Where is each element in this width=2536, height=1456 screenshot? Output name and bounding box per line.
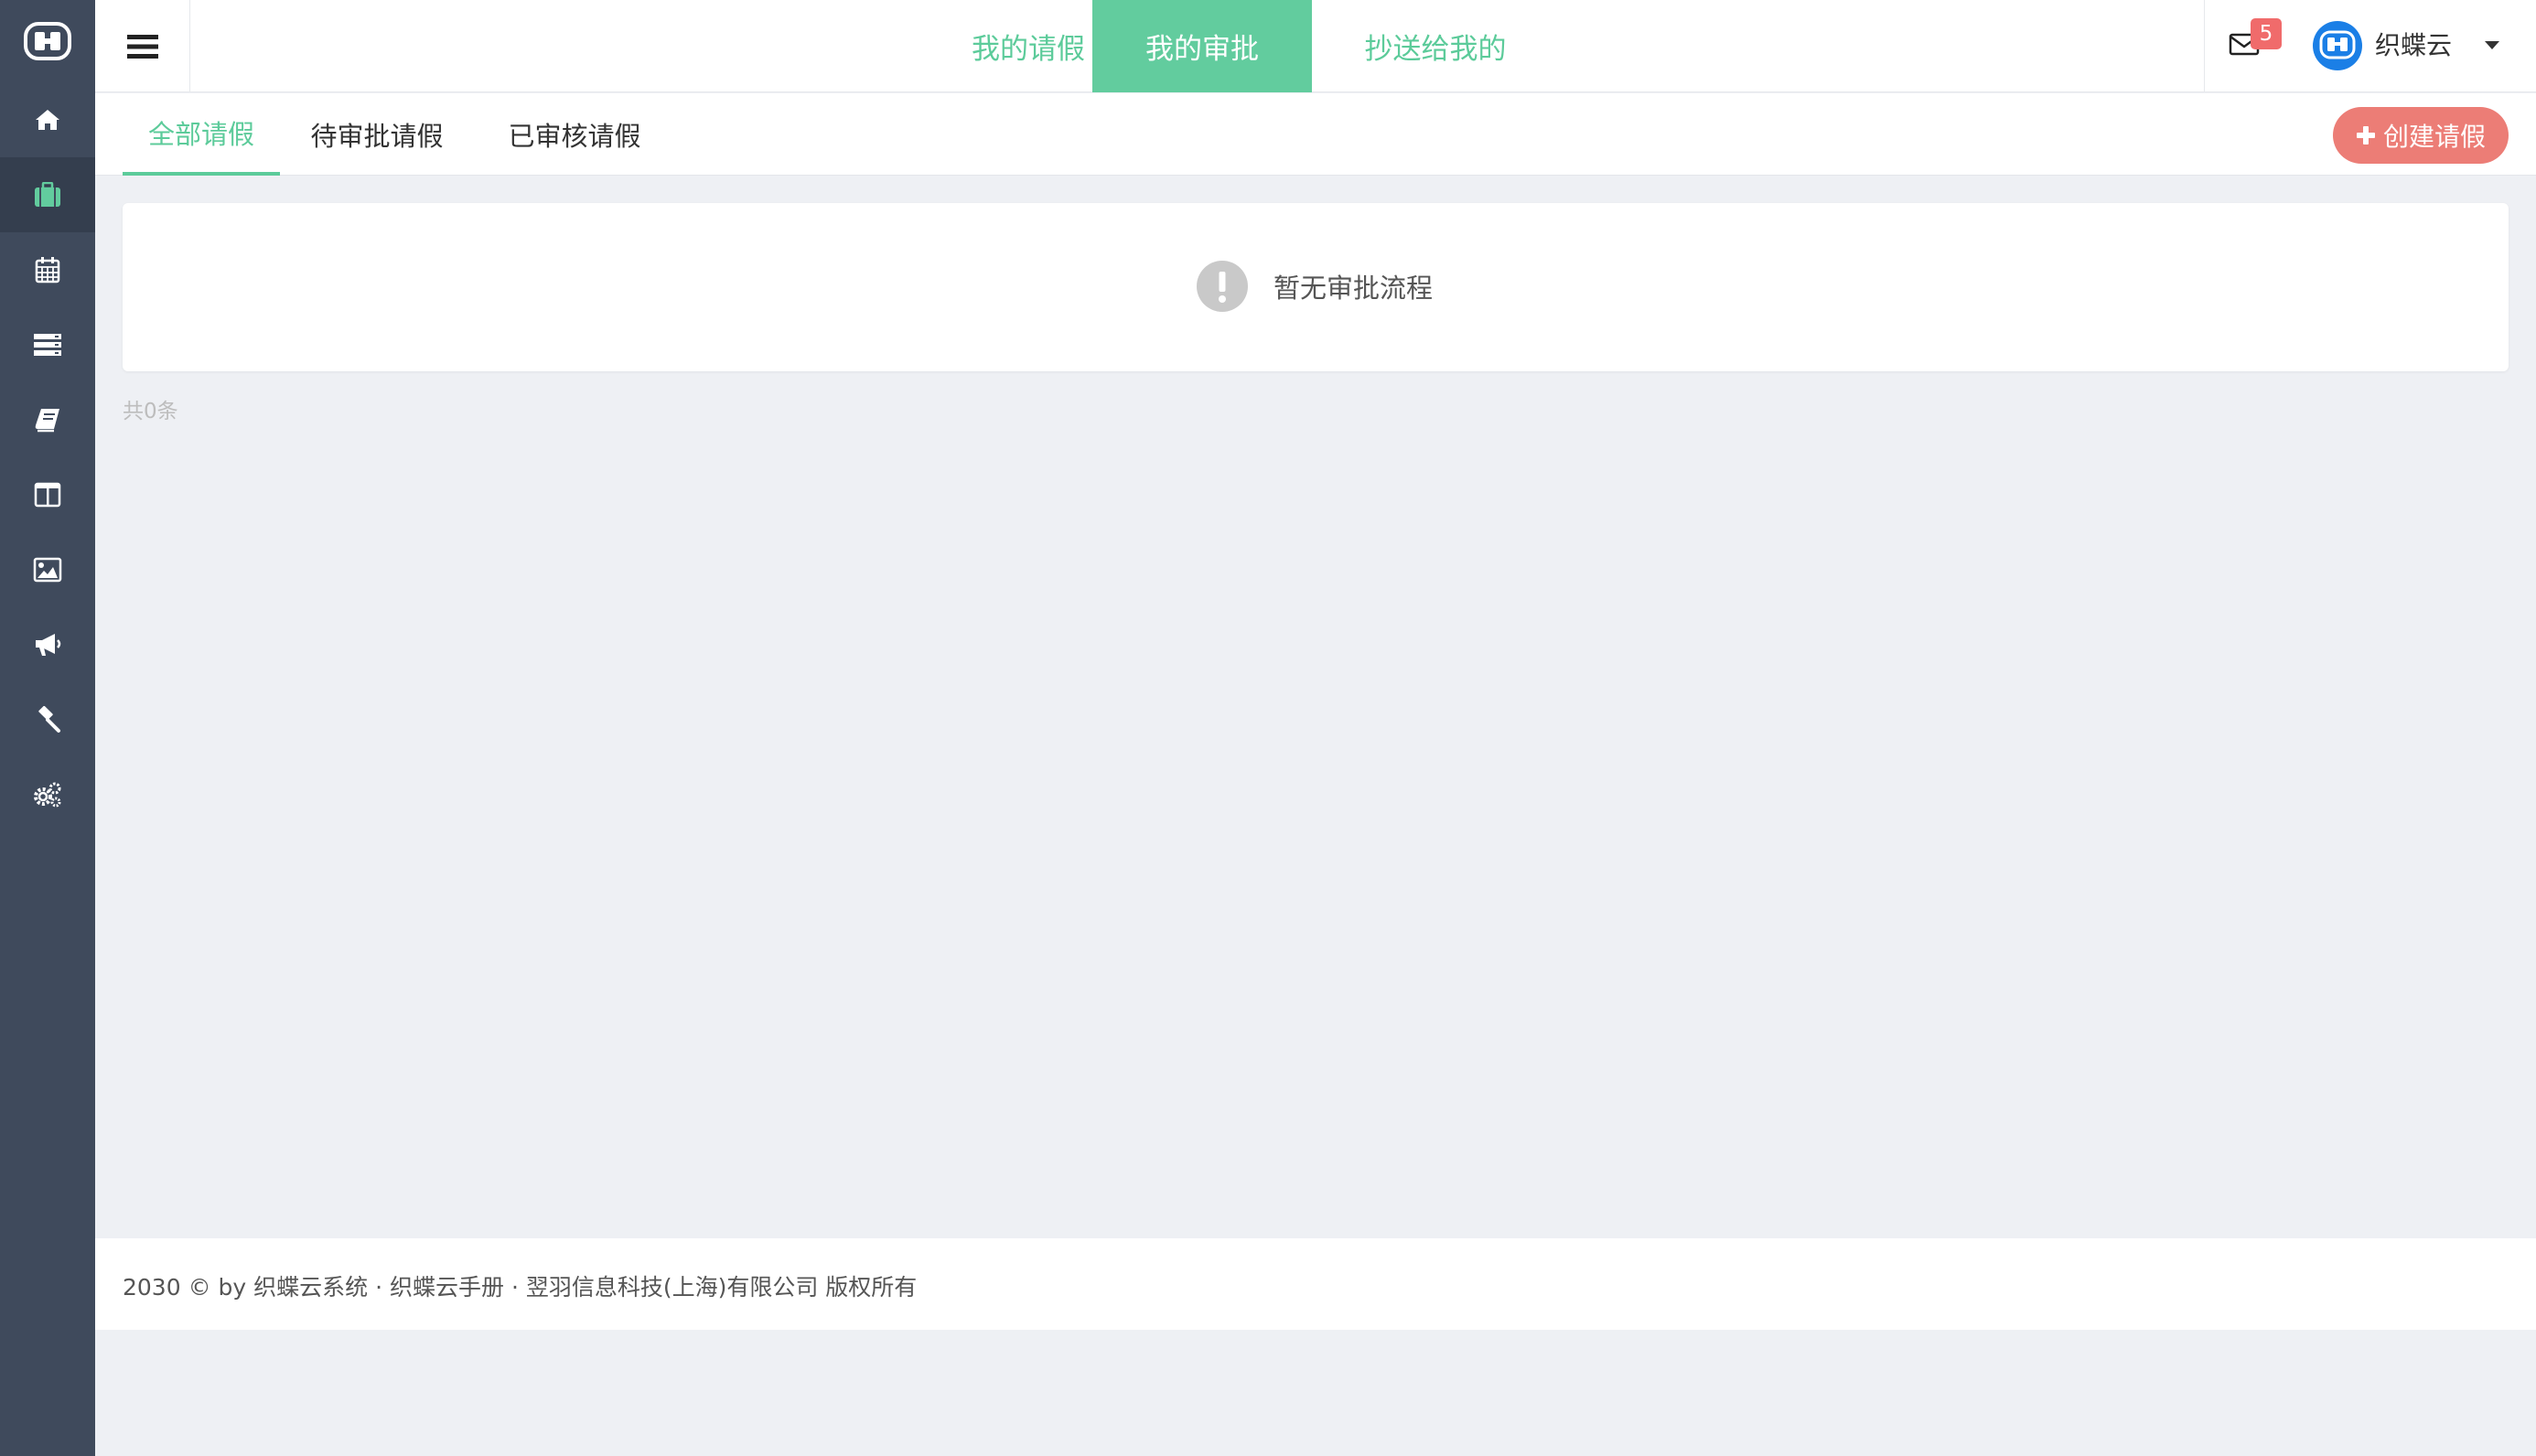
main-tabs: 我的请假 我的审批 抄送给我的 xyxy=(95,0,2536,92)
gavel-icon xyxy=(38,706,60,733)
server-icon xyxy=(34,334,61,356)
menu-toggle-button[interactable] xyxy=(95,0,190,92)
tab-cc-to-me[interactable]: 抄送给我的 xyxy=(1321,0,1550,92)
gears-icon xyxy=(34,782,61,808)
exclamation-icon xyxy=(1197,261,1248,312)
plus-icon xyxy=(2356,126,2375,145)
sidebar-item-home[interactable] xyxy=(0,82,95,157)
manual-link[interactable]: 织蝶云手册 xyxy=(390,1274,504,1301)
sidebar-item-calendar[interactable] xyxy=(0,232,95,307)
footer: 2030 © by 织蝶云系统 · 织蝶云手册 · 翌羽信息科技(上海)有限公司… xyxy=(95,1238,2536,1330)
logo-icon xyxy=(24,22,71,60)
sidebar-item-image[interactable] xyxy=(0,532,95,607)
megaphone-icon xyxy=(36,634,61,656)
sidebar-item-leave[interactable] xyxy=(0,157,95,232)
book-icon xyxy=(35,409,59,433)
briefcase-icon xyxy=(35,182,60,207)
home-icon xyxy=(36,110,59,130)
image-icon xyxy=(33,557,62,583)
empty-message: 暂无审批流程 xyxy=(1273,273,1434,304)
footer-text: 2030 © by 织蝶云系统 · 织蝶云手册 · 翌羽信息科技(上海)有限公司… xyxy=(123,1269,917,1302)
sidebar xyxy=(0,0,95,1456)
logo[interactable] xyxy=(0,0,95,82)
sidebar-item-book[interactable] xyxy=(0,382,95,457)
approval-list: 暂无审批流程 xyxy=(123,203,2509,371)
caret-down-icon[interactable] xyxy=(2485,41,2499,49)
sidebar-item-columns[interactable] xyxy=(0,457,95,532)
empty-state: 暂无审批流程 xyxy=(1197,261,1433,312)
username[interactable]: 织蝶云 xyxy=(2375,26,2452,62)
top-bar: 我的请假 我的审批 抄送给我的 5 织蝶云 xyxy=(95,0,2536,92)
tab-my-approval[interactable]: 我的审批 xyxy=(1092,0,1312,92)
subtab-pending-leave[interactable]: 待审批请假 xyxy=(293,93,461,176)
logo-icon xyxy=(2319,30,2356,59)
total-count: 共0条 xyxy=(123,400,178,423)
sidebar-item-settings[interactable] xyxy=(0,757,95,832)
hamburger-icon xyxy=(126,34,158,59)
subtab-reviewed-leave[interactable]: 已审核请假 xyxy=(481,93,668,176)
calendar-icon xyxy=(35,257,60,284)
sidebar-item-announcement[interactable] xyxy=(0,607,95,682)
create-leave-label: 创建请假 xyxy=(2382,122,2486,152)
company-text: 翌羽信息科技(上海)有限公司 版权所有 xyxy=(525,1274,918,1301)
create-leave-button[interactable]: 创建请假 xyxy=(2333,107,2509,164)
sidebar-item-tools[interactable] xyxy=(0,682,95,757)
sidebar-item-server[interactable] xyxy=(0,307,95,382)
subtab-all-leave[interactable]: 全部请假 xyxy=(123,93,280,176)
copyright-text: 2030 © by 织蝶云系统 xyxy=(123,1274,369,1301)
avatar[interactable] xyxy=(2313,21,2362,70)
columns-icon xyxy=(34,482,61,508)
sub-tab-bar: 全部请假 待审批请假 已审核请假 创建请假 xyxy=(95,93,2536,176)
footer-separator: · xyxy=(368,1274,390,1301)
message-count-badge: 5 xyxy=(2251,18,2282,49)
user-area: 5 织蝶云 xyxy=(2204,0,2536,92)
footer-separator: · xyxy=(504,1274,526,1301)
